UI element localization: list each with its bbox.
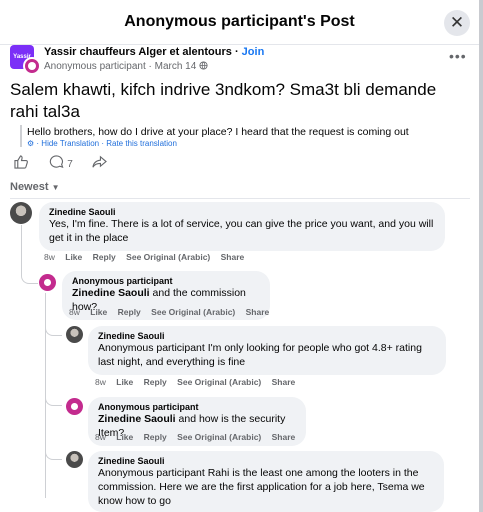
divider bbox=[10, 198, 470, 199]
thread-elbow bbox=[21, 270, 38, 284]
thread-elbow bbox=[45, 392, 62, 406]
avatar[interactable] bbox=[10, 202, 32, 224]
thread-elbow bbox=[45, 322, 62, 336]
like-link[interactable]: Like bbox=[116, 432, 133, 442]
see-original-link[interactable]: See Original (Arabic) bbox=[177, 432, 261, 442]
dialog-title: Anonymous participant's Post bbox=[124, 13, 355, 30]
translation-links: ⚙ · Hide Translation · Rate this transla… bbox=[27, 139, 177, 148]
translated-text: Hello brothers, how do I drive at your p… bbox=[27, 126, 409, 138]
share-link[interactable]: Share bbox=[272, 377, 296, 387]
anonymous-avatar[interactable] bbox=[66, 398, 83, 415]
dialog-header: Anonymous participant's Post ✕ bbox=[0, 0, 479, 45]
post-text: Salem khawti, kifch indrive 3ndkom? Sma3… bbox=[10, 80, 437, 121]
group-line: Yassir chauffeurs Alger et alentours · J… bbox=[44, 46, 264, 58]
avatar[interactable] bbox=[66, 451, 83, 468]
group-name-link[interactable]: Yassir chauffeurs Alger et alentours bbox=[44, 46, 232, 58]
chevron-down-icon: ▼ bbox=[51, 183, 60, 192]
comment-text: Yes, I'm fine. There is a lot of service… bbox=[49, 218, 434, 244]
like-icon bbox=[14, 155, 28, 169]
more-icon: ••• bbox=[449, 48, 467, 64]
mention-link[interactable]: Zinedine Saouli bbox=[98, 413, 176, 425]
comment-actions: 8w Like Reply See Original (Arabic) Shar… bbox=[95, 377, 303, 387]
comment-author[interactable]: Zinedine Saouli bbox=[49, 207, 435, 217]
close-button[interactable]: ✕ bbox=[444, 10, 470, 36]
comment-time[interactable]: 8w bbox=[95, 377, 106, 387]
comment-text: Anonymous participant I'm only looking f… bbox=[98, 342, 422, 368]
post-actions: 7 bbox=[14, 155, 123, 170]
close-icon: ✕ bbox=[449, 13, 465, 32]
comment-bubble: Zinedine Saouli Yes, I'm fine. There is … bbox=[39, 202, 445, 251]
hide-translation-link[interactable]: · Hide Translation · Rate this translati… bbox=[36, 139, 177, 148]
more-options-button[interactable]: ••• bbox=[449, 48, 467, 64]
comment-count: 7 bbox=[67, 159, 73, 170]
post-date[interactable]: March 14 bbox=[155, 61, 197, 72]
comment-icon bbox=[49, 155, 64, 169]
comment-time[interactable]: 8w bbox=[69, 307, 80, 317]
share-link[interactable]: Share bbox=[221, 252, 245, 262]
share-link[interactable]: Share bbox=[272, 432, 296, 442]
post-author[interactable]: Anonymous participant bbox=[44, 61, 146, 72]
thread-line bbox=[21, 225, 22, 270]
reply-link[interactable]: Reply bbox=[93, 252, 116, 262]
translation-bar bbox=[20, 125, 22, 147]
comment-time[interactable]: 8w bbox=[95, 432, 106, 442]
comment-author[interactable]: Zinedine Saouli bbox=[98, 456, 434, 466]
reply-link[interactable]: Reply bbox=[144, 432, 167, 442]
comment-bubble: Zinedine Saouli Anonymous participant Ra… bbox=[88, 451, 444, 512]
share-link[interactable]: Share bbox=[246, 307, 270, 317]
comment-button[interactable]: 7 bbox=[49, 155, 77, 170]
post-subline: Anonymous participant · March 14 bbox=[44, 61, 208, 72]
comment-actions: 8w Like Reply See Original (Arabic) Shar… bbox=[69, 307, 277, 317]
see-original-link[interactable]: See Original (Arabic) bbox=[151, 307, 235, 317]
join-link[interactable]: Join bbox=[242, 46, 265, 58]
thread-elbow bbox=[45, 446, 62, 460]
comment-time[interactable]: 8w bbox=[44, 252, 55, 262]
see-original-link[interactable]: See Original (Arabic) bbox=[126, 252, 210, 262]
share-icon bbox=[92, 155, 108, 168]
anonymous-avatar[interactable] bbox=[39, 274, 56, 291]
comment-author[interactable]: Anonymous participant bbox=[72, 276, 260, 286]
comment-author[interactable]: Zinedine Saouli bbox=[98, 331, 436, 341]
anonymous-avatar-icon bbox=[23, 57, 41, 75]
mention-link[interactable]: Zinedine Saouli bbox=[72, 287, 150, 299]
comment-actions: 8w Like Reply See Original (Arabic) Shar… bbox=[95, 432, 303, 442]
like-button[interactable] bbox=[14, 155, 33, 170]
window-edge bbox=[479, 0, 483, 512]
see-original-link[interactable]: See Original (Arabic) bbox=[177, 377, 261, 387]
share-button[interactable] bbox=[92, 155, 108, 170]
translation-settings-icon: ⚙ bbox=[27, 139, 35, 148]
reply-link[interactable]: Reply bbox=[144, 377, 167, 387]
like-link[interactable]: Like bbox=[65, 252, 82, 262]
like-link[interactable]: Like bbox=[90, 307, 107, 317]
reply-link[interactable]: Reply bbox=[118, 307, 141, 317]
group-separator: · bbox=[231, 46, 242, 58]
comment-actions: 8w Like Reply See Original (Arabic) Shar… bbox=[44, 252, 252, 262]
globe-icon bbox=[199, 61, 208, 72]
sort-dropdown[interactable]: Newest ▼ bbox=[10, 181, 60, 193]
comment-author[interactable]: Anonymous participant bbox=[98, 402, 296, 412]
avatar[interactable] bbox=[66, 326, 83, 343]
like-link[interactable]: Like bbox=[116, 377, 133, 387]
sort-label: Newest bbox=[10, 181, 49, 193]
comment-text: Anonymous participant Rahi is the least … bbox=[98, 467, 425, 507]
comment-bubble: Zinedine Saouli Anonymous participant I'… bbox=[88, 326, 446, 375]
